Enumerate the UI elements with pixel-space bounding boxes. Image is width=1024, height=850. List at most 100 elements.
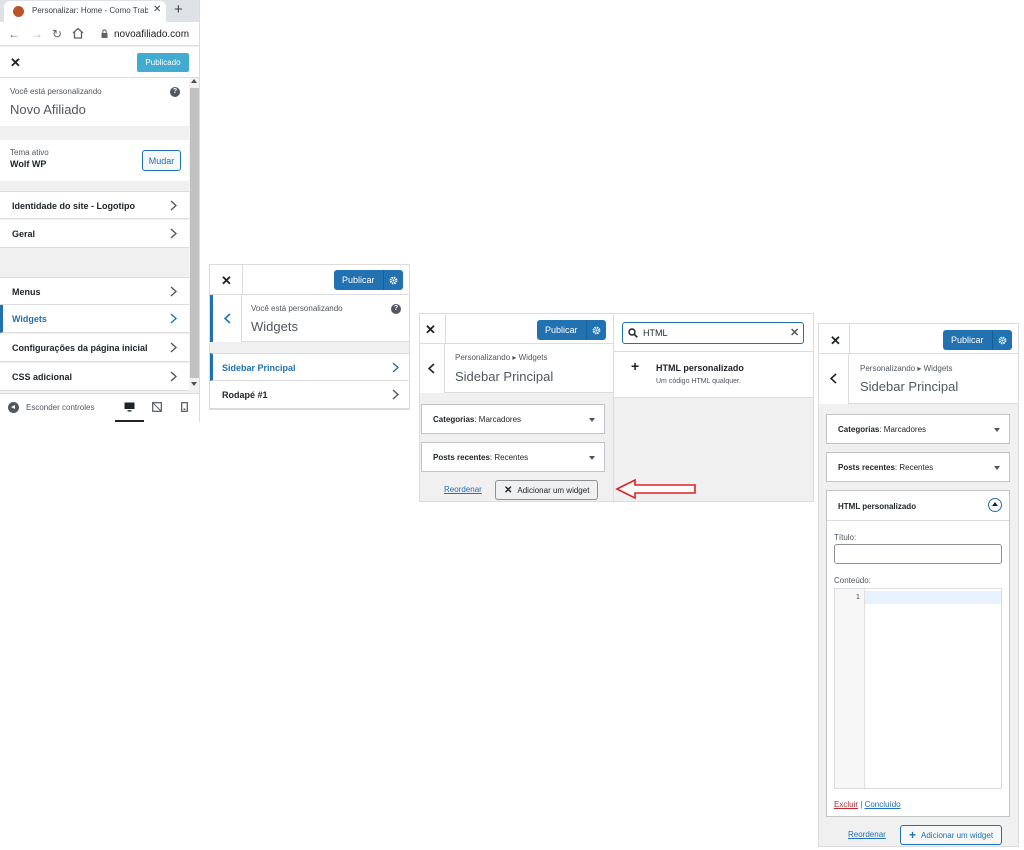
gear-icon[interactable] (991, 330, 1012, 350)
close-icon[interactable]: ✕ (425, 322, 436, 338)
widget-area-footer-1[interactable]: Rodapé #1 (210, 381, 409, 409)
customizing-label: Você está personalizando (251, 304, 343, 313)
customizer-footer: Esconder controles (0, 393, 199, 422)
widget-categories[interactable]: Categorias: Marcadores (421, 404, 605, 434)
scroll-up-icon[interactable] (191, 79, 197, 83)
active-theme: Tema ativo Wolf WP Mudar (0, 140, 189, 181)
line-gutter: 1 (835, 589, 865, 788)
back-button[interactable] (420, 344, 445, 393)
address-bar: ← → ↻ novoafiliado.com (0, 22, 199, 46)
chevron-right-icon (170, 286, 177, 297)
section-label: Geral (12, 229, 36, 239)
widgets-panel: ✕ Publicar Você está personalizando Widg… (209, 264, 410, 410)
widget-area-sidebar-principal[interactable]: Sidebar Principal (210, 353, 409, 381)
publish-label: Publicar (342, 275, 375, 285)
section-additional-css[interactable]: CSS adicional (0, 363, 189, 391)
active-theme-name: Wolf WP (10, 159, 47, 169)
panel-title: Sidebar Principal (455, 369, 554, 384)
publish-label: Publicar (545, 325, 578, 335)
reorder-link[interactable]: Reordenar (848, 830, 886, 839)
done-link[interactable]: Concluído (865, 800, 901, 809)
tablet-preview-icon[interactable] (152, 402, 162, 412)
change-theme-button[interactable]: Mudar (142, 150, 181, 171)
help-icon[interactable]: ? (391, 304, 401, 314)
code-editor[interactable]: 1 (834, 588, 1002, 789)
customizer-header: ✕ Publicado (0, 47, 199, 78)
new-tab-icon[interactable]: + (174, 1, 183, 18)
title-field[interactable] (834, 544, 1002, 564)
widget-search-header: HTML ✕ (614, 314, 813, 352)
collapse-icon[interactable] (8, 402, 19, 413)
section-general[interactable]: Geral (0, 220, 189, 248)
delete-link[interactable]: Excluir (834, 800, 858, 809)
expand-arrow-icon[interactable] (589, 418, 595, 422)
forward-arrow-icon[interactable]: → (31, 28, 43, 40)
reorder-link[interactable]: Reordenar (444, 485, 482, 494)
collapse-arrow-icon[interactable] (988, 498, 1002, 512)
widget-recent-posts[interactable]: Posts recentes: Recentes (421, 442, 605, 472)
scrollbar[interactable] (189, 78, 199, 398)
reload-icon[interactable]: ↻ (52, 28, 62, 40)
sidebar-panel: ✕ Publicar Personalizando ▸ Widgets Side… (419, 313, 614, 502)
chevron-left-icon (830, 373, 837, 384)
widget-recent-posts[interactable]: Posts recentes: Recentes (826, 452, 1010, 482)
lock-icon (101, 29, 108, 38)
expand-arrow-icon[interactable] (994, 466, 1000, 470)
back-button[interactable] (819, 354, 849, 404)
customizing-label: Você está personalizando (10, 87, 102, 96)
widget-search-result[interactable]: + HTML personalizado Um código HTML qual… (614, 352, 813, 398)
widget-categories[interactable]: Categorias: Marcadores (826, 414, 1010, 444)
back-arrow-icon[interactable]: ← (8, 28, 20, 40)
add-widget-label: Adicionar um widget (921, 830, 994, 840)
expand-arrow-icon[interactable] (994, 428, 1000, 432)
hide-controls-label[interactable]: Esconder controles (26, 403, 94, 412)
breadcrumb: Personalizando ▸ Widgets (860, 364, 953, 373)
browser-tabstrip: Personalizar: Home - Como Trabalhar ✕ + (0, 0, 199, 22)
customizer-window: Personalizar: Home - Como Trabalhar ✕ + … (0, 0, 200, 422)
expand-arrow-icon[interactable] (589, 456, 595, 460)
close-icon[interactable]: ✕ (10, 55, 21, 71)
section-site-identity[interactable]: Identidade do site - Logotipo (0, 191, 189, 219)
tab-close-icon[interactable]: ✕ (153, 4, 161, 15)
publish-button[interactable]: Publicar (943, 330, 1012, 350)
widgets-title-area: Você está personalizando Widgets ? (210, 295, 409, 342)
close-icon[interactable]: ✕ (221, 273, 232, 289)
home-icon[interactable] (72, 27, 84, 39)
add-widget-button[interactable]: ✕ Adicionar um widget (495, 480, 599, 500)
publish-button[interactable]: Publicar (537, 320, 606, 340)
help-icon[interactable]: ? (170, 87, 180, 97)
clear-search-icon[interactable]: ✕ (790, 326, 799, 339)
section-widgets[interactable]: Widgets (0, 305, 189, 333)
gear-icon[interactable] (585, 320, 606, 340)
widget-search-input[interactable]: HTML ✕ (622, 322, 804, 344)
line-number: 1 (855, 593, 860, 601)
back-button[interactable] (210, 295, 242, 342)
actions-separator: | (860, 800, 863, 809)
active-device-indicator (115, 420, 144, 422)
section-homepage-settings[interactable]: Configurações da página inicial (0, 334, 189, 362)
close-icon[interactable]: ✕ (830, 333, 841, 349)
published-button[interactable]: Publicado (137, 53, 189, 72)
section-menus[interactable]: Menus (0, 277, 189, 305)
url-text[interactable]: novoafiliado.com (114, 29, 189, 40)
mobile-preview-icon[interactable] (181, 402, 191, 412)
title-label: Título: (834, 533, 857, 542)
chevron-right-icon (170, 371, 177, 382)
html-widget-header: ✕ Publicar (819, 324, 1018, 354)
publish-button[interactable]: Publicar (334, 270, 403, 290)
chevron-right-icon (392, 389, 399, 400)
desktop-preview-icon[interactable] (124, 402, 135, 412)
publish-label: Publicar (951, 335, 984, 345)
widget-header[interactable]: HTML personalizado (827, 491, 1009, 521)
gear-icon[interactable] (382, 270, 403, 290)
customizing-info: Você está personalizando Novo Afiliado ? (0, 78, 189, 126)
scroll-thumb[interactable] (190, 88, 199, 378)
active-line[interactable] (865, 591, 1001, 604)
scroll-down-icon[interactable] (191, 382, 197, 386)
html-widget-panel: ✕ Publicar Personalizando ▸ Widgets Side… (818, 323, 1019, 847)
add-widget-button[interactable]: + Adicionar um widget (900, 825, 1003, 845)
browser-tab[interactable]: Personalizar: Home - Como Trabalhar ✕ (4, 1, 166, 22)
chevron-right-icon (170, 313, 177, 324)
site-favicon-icon (13, 6, 24, 17)
widget-title: Posts recentes: Recentes (433, 453, 529, 462)
